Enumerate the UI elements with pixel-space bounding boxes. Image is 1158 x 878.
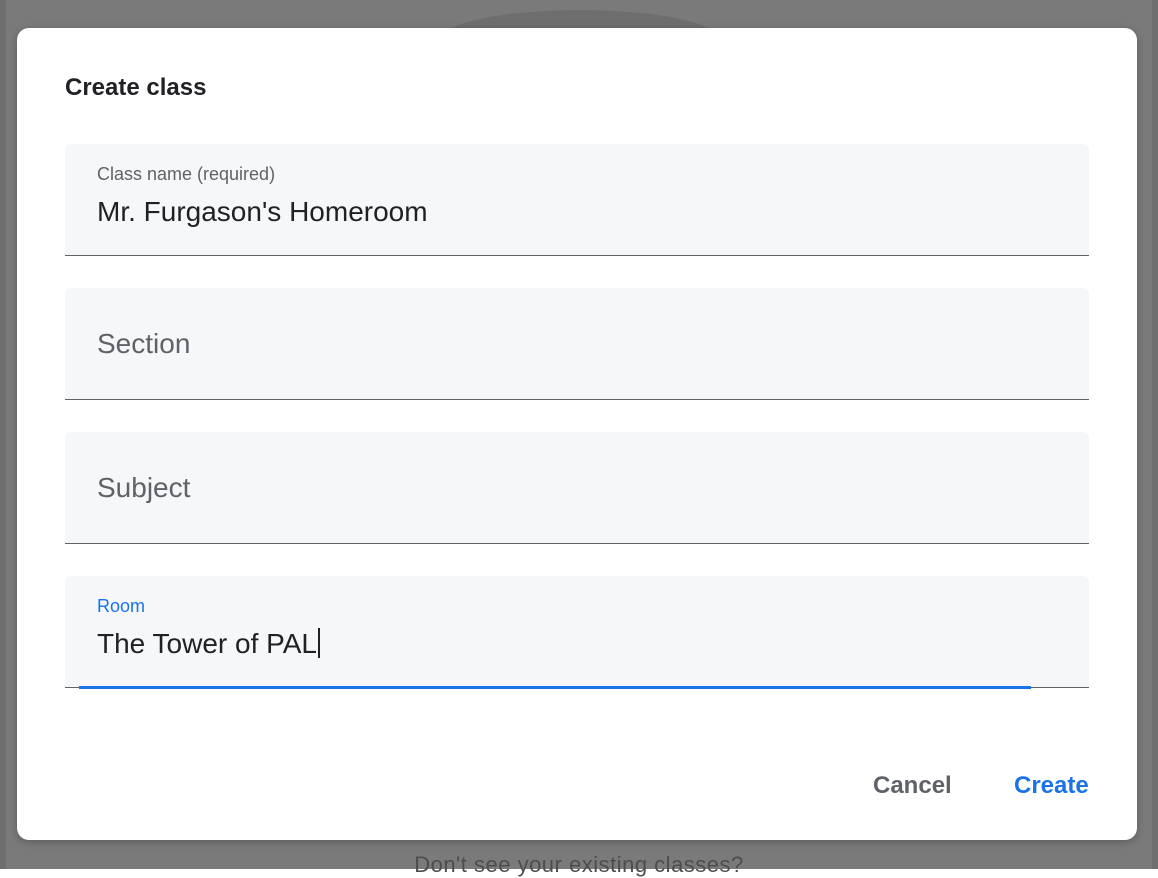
create-class-dialog: Create class Class name (required) Mr. F…	[17, 28, 1137, 840]
focus-underline	[79, 686, 1031, 689]
subject-field[interactable]: Subject	[65, 432, 1089, 544]
section-field[interactable]: Section	[65, 288, 1089, 400]
section-placeholder[interactable]: Section	[97, 328, 190, 360]
room-value-wrap[interactable]: The Tower of PAL	[97, 628, 320, 660]
cancel-button[interactable]: Cancel	[873, 772, 952, 800]
class-name-label: Class name (required)	[97, 164, 276, 184]
text-caret	[317, 628, 320, 658]
class-name-field[interactable]: Class name (required) Mr. Furgason's Hom…	[65, 144, 1089, 256]
room-value[interactable]: The Tower of PAL	[97, 628, 317, 659]
subject-placeholder[interactable]: Subject	[97, 472, 190, 504]
background-text: Don't see your existing classes?	[414, 852, 744, 877]
class-name-value[interactable]: Mr. Furgason's Homeroom	[97, 196, 428, 228]
room-label: Room	[97, 596, 146, 616]
dialog-title: Create class	[65, 74, 207, 101]
create-button[interactable]: Create	[1014, 772, 1089, 800]
room-field[interactable]: Room The Tower of PAL	[65, 576, 1089, 689]
